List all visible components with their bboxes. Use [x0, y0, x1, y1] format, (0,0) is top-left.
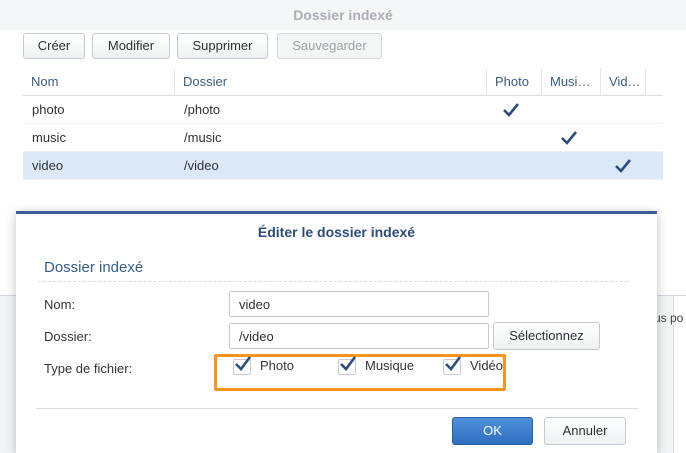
- folder-table: Nom Dossier Photo Musi… Vid… photo/photo…: [23, 68, 663, 180]
- background-text-fragment: us po: [654, 311, 684, 325]
- table-row[interactable]: music/music: [23, 124, 663, 152]
- column-header-photo[interactable]: Photo: [487, 68, 542, 96]
- name-field[interactable]: [229, 291, 489, 317]
- filetype-highlight-box: [214, 354, 506, 391]
- music-checkbox-label: Musique: [365, 358, 415, 373]
- column-header-name[interactable]: Nom: [23, 68, 175, 96]
- cell-name: music: [32, 130, 66, 145]
- select-folder-button[interactable]: Sélectionnez: [493, 322, 600, 350]
- table-body: photo/photo music/music video/video: [23, 96, 663, 180]
- section-title: Dossier indexé: [44, 259, 144, 276]
- cell-folder: /photo: [184, 102, 221, 117]
- name-label: Nom:: [44, 297, 76, 312]
- cell-folder: /video: [184, 158, 219, 173]
- checkmark-icon: [445, 356, 462, 371]
- checkmark-icon: [235, 356, 252, 371]
- table-row[interactable]: video/video: [23, 152, 663, 180]
- checkmark-icon: [503, 103, 519, 117]
- checkmark-icon: [615, 159, 631, 173]
- save-button[interactable]: Sauvegarder: [277, 33, 382, 59]
- filetype-label: Type de fichier:: [44, 361, 133, 376]
- window-title: Dossier indexé: [0, 0, 686, 30]
- footer-divider: [36, 408, 638, 409]
- section-divider: [38, 281, 628, 282]
- column-header-video[interactable]: Vid…: [601, 68, 646, 96]
- delete-button[interactable]: Supprimer: [177, 33, 268, 59]
- cell-folder: /music: [184, 130, 222, 145]
- cell-name: photo: [32, 102, 65, 117]
- folder-field[interactable]: [229, 323, 489, 349]
- folder-label: Dossier:: [44, 329, 92, 344]
- checkmark-icon: [561, 131, 577, 145]
- ok-button[interactable]: OK: [452, 417, 533, 445]
- modify-button[interactable]: Modifier: [92, 33, 170, 59]
- cell-name: video: [32, 158, 64, 173]
- column-header-music[interactable]: Musi…: [542, 68, 601, 96]
- table-row[interactable]: photo/photo: [23, 96, 663, 124]
- photo-checkbox-label: Photo: [260, 358, 294, 373]
- table-header: Nom Dossier Photo Musi… Vid…: [23, 68, 663, 96]
- column-header-folder[interactable]: Dossier: [175, 68, 487, 96]
- cancel-button[interactable]: Annuler: [544, 417, 626, 445]
- checkmark-icon: [340, 356, 357, 371]
- dialog-title: Éditer le dossier indexé: [257, 224, 416, 240]
- video-checkbox-label: Vidéo: [470, 358, 504, 373]
- edit-indexed-folder-dialog: Éditer le dossier indexé Dossier indexé …: [16, 211, 657, 453]
- create-button[interactable]: Créer: [23, 33, 85, 59]
